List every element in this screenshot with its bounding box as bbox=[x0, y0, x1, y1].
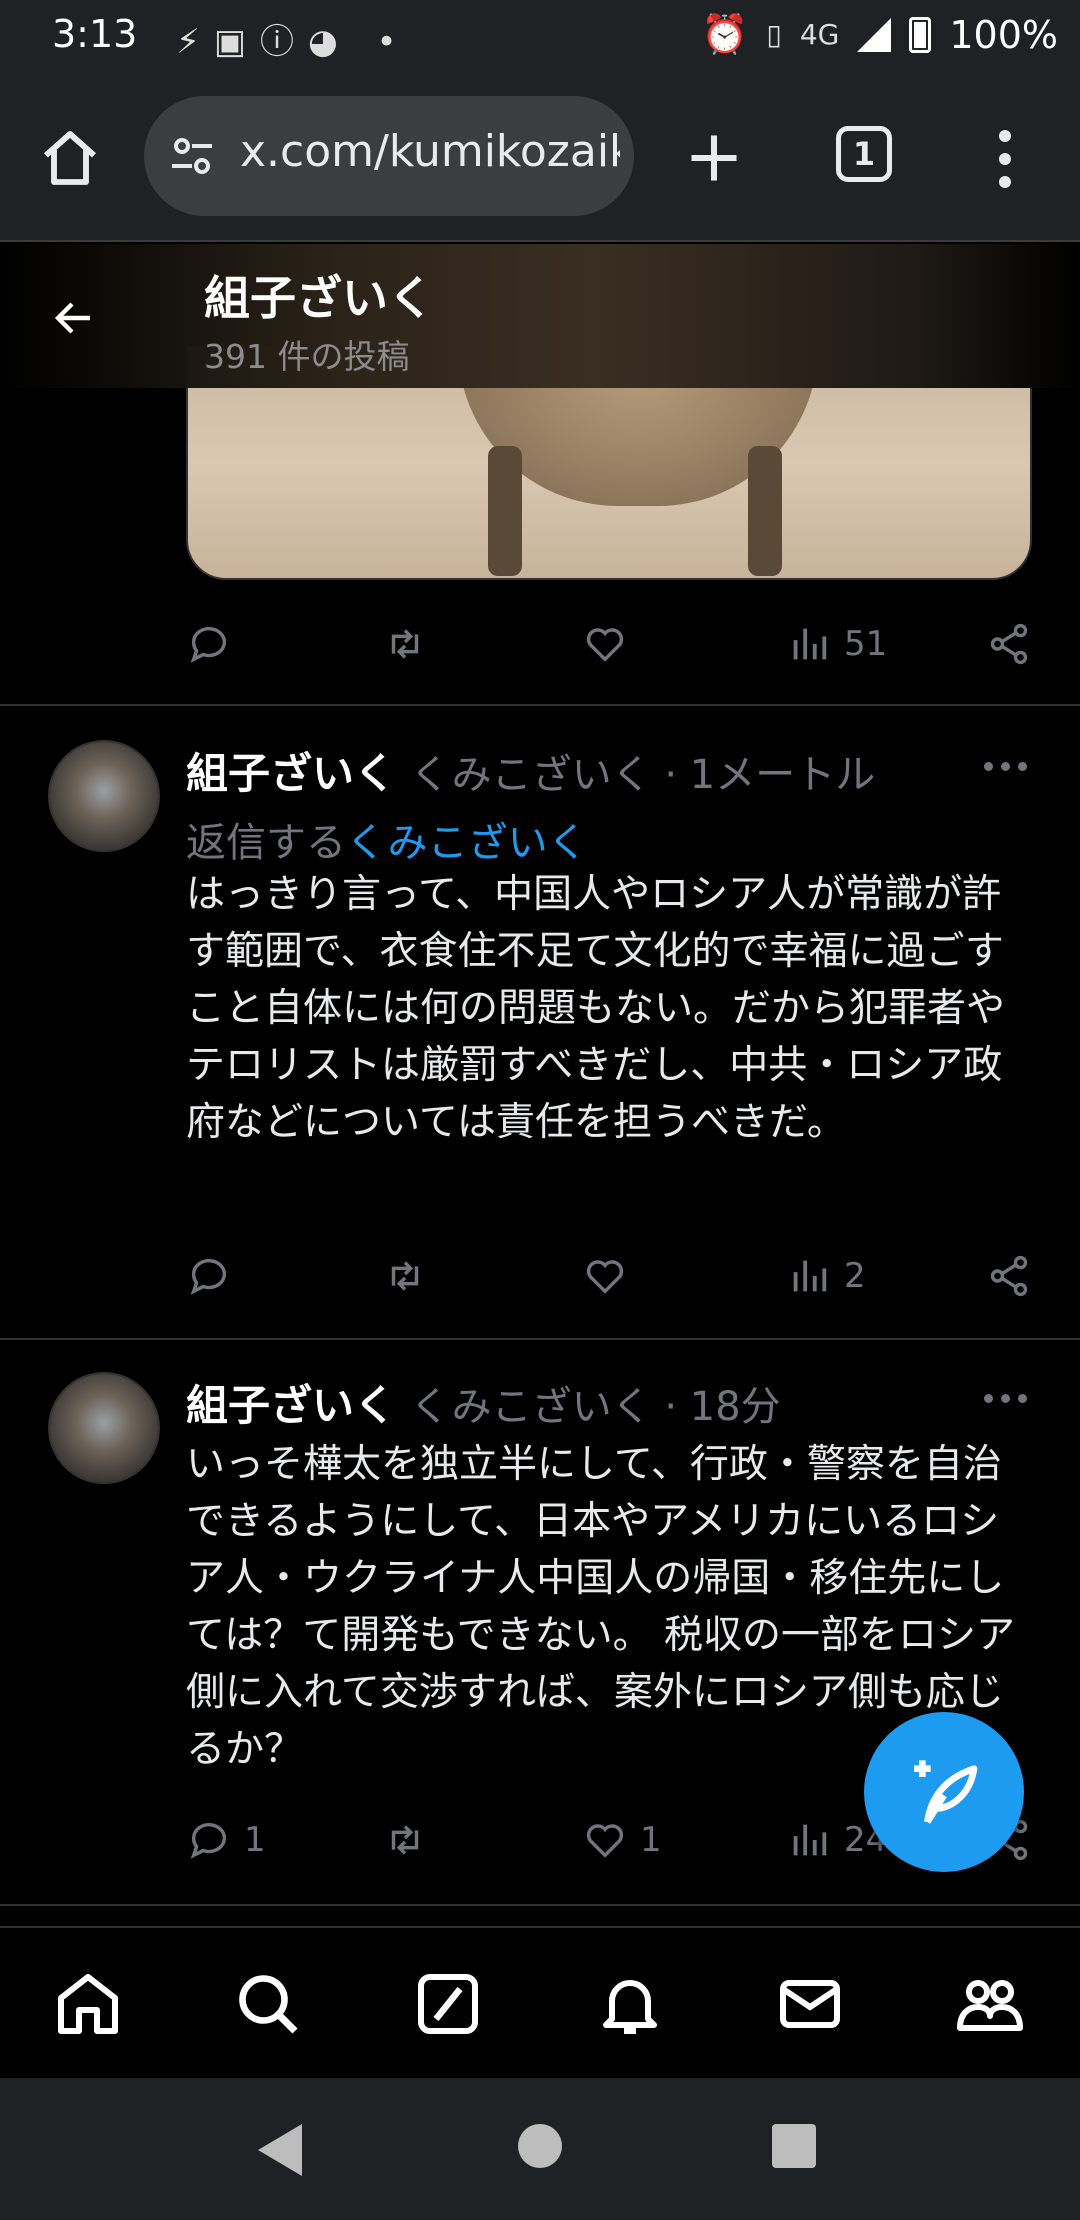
view-count: 2 bbox=[844, 1256, 866, 1296]
tab-switcher-button[interactable]: 1 bbox=[836, 126, 892, 182]
url-text[interactable]: x.com/kumikozaiku bbox=[240, 126, 620, 177]
post-actions: 51 bbox=[186, 614, 1032, 674]
view-count: 51 bbox=[844, 624, 888, 664]
avatar[interactable] bbox=[48, 740, 160, 852]
share-button[interactable] bbox=[986, 614, 1032, 674]
divider bbox=[0, 704, 1080, 706]
reply-icon bbox=[190, 627, 227, 663]
more-options-icon[interactable] bbox=[984, 762, 1027, 771]
browser-menu-icon[interactable] bbox=[990, 124, 1020, 194]
repost-icon bbox=[391, 1261, 419, 1291]
like-button[interactable] bbox=[582, 1246, 628, 1306]
communities-icon[interactable] bbox=[954, 1968, 1026, 2040]
share-icon bbox=[990, 1255, 1028, 1297]
profile-name: 組子ざいく bbox=[204, 271, 434, 325]
network-label: 4G bbox=[799, 18, 840, 51]
compose-post-button[interactable] bbox=[864, 1712, 1024, 1872]
reply-button[interactable] bbox=[186, 614, 232, 674]
signal-icon bbox=[857, 17, 892, 52]
address-bar[interactable]: x.com/kumikozaiku bbox=[144, 96, 634, 216]
reply-button[interactable]: 1 bbox=[186, 1810, 266, 1870]
views-button[interactable]: 51 bbox=[786, 614, 887, 674]
share-icon bbox=[990, 623, 1028, 665]
vibrate-icon: ▯ bbox=[766, 18, 782, 51]
repost-button[interactable] bbox=[382, 1810, 428, 1870]
site-settings-icon[interactable] bbox=[168, 132, 216, 180]
tweet-header: 組子ざいく くみこざいく · 1メートル bbox=[186, 740, 875, 800]
repost-button[interactable] bbox=[382, 1246, 428, 1306]
post-count: 391 件の投稿 bbox=[204, 337, 410, 376]
alarm-icon: ⏰ bbox=[701, 12, 749, 56]
analytics-icon bbox=[793, 628, 827, 660]
author-handle-time: くみこざいく · 18分 bbox=[410, 1384, 781, 1430]
system-home-icon[interactable] bbox=[518, 2124, 562, 2168]
repost-button[interactable] bbox=[382, 614, 428, 674]
system-back-icon[interactable] bbox=[258, 2124, 302, 2176]
like-count: 1 bbox=[640, 1820, 662, 1860]
divider bbox=[0, 1904, 1080, 1906]
status-bar: 3:13 ⚡▣ⓘ◕ • ⏰ ▯ 4G 100% bbox=[0, 0, 1080, 74]
grok-icon[interactable] bbox=[412, 1968, 484, 2040]
analytics-icon bbox=[793, 1260, 827, 1292]
reply-button[interactable] bbox=[186, 1246, 232, 1306]
heart-icon bbox=[586, 1824, 624, 1858]
heart-icon bbox=[586, 1260, 624, 1294]
timeline: 組子ざいく 391 件の投稿 51 組子ざいく くみこざいく · 1メートル 返… bbox=[0, 244, 1080, 1930]
tweet-header: 組子ざいく くみこざいく · 18分 bbox=[186, 1372, 781, 1432]
system-navigation-bar bbox=[0, 2078, 1080, 2220]
share-button[interactable] bbox=[986, 1246, 1032, 1306]
messages-mail-icon[interactable] bbox=[774, 1968, 846, 2040]
repost-icon bbox=[391, 629, 419, 659]
author-name[interactable]: 組子ざいく bbox=[186, 1372, 396, 1433]
status-time: 3:13 bbox=[52, 12, 138, 56]
reply-icon bbox=[190, 1259, 227, 1295]
profile-header: 組子ざいく 391 件の投稿 bbox=[0, 244, 1080, 388]
divider bbox=[0, 1338, 1080, 1340]
compose-feather-icon bbox=[914, 1760, 978, 1824]
like-button[interactable]: 1 bbox=[582, 1810, 662, 1870]
views-button[interactable]: 2 bbox=[786, 1246, 866, 1306]
notification-icons: ⚡▣ⓘ◕ • bbox=[176, 22, 411, 62]
battery-percent: 100% bbox=[949, 12, 1058, 57]
home-icon[interactable] bbox=[52, 1968, 124, 2040]
author-handle-time: くみこざいく · 1メートル bbox=[410, 752, 876, 798]
tweet-text: はっきり言って、中国人やロシア人が常識が許す範囲で、衣食住不足て文化的で幸福に過… bbox=[186, 872, 1006, 1145]
like-button[interactable] bbox=[582, 614, 628, 674]
browser-toolbar: x.com/kumikozaiku 1 bbox=[0, 74, 1080, 242]
repost-icon bbox=[391, 1825, 419, 1855]
heart-icon bbox=[586, 628, 624, 662]
search-icon[interactable] bbox=[232, 1968, 304, 2040]
system-recents-icon[interactable] bbox=[772, 2124, 816, 2168]
new-tab-icon[interactable] bbox=[684, 128, 744, 188]
battery-icon bbox=[909, 16, 932, 53]
author-name[interactable]: 組子ざいく bbox=[186, 740, 396, 801]
post-actions: 2 bbox=[186, 1246, 1032, 1306]
avatar[interactable] bbox=[48, 1372, 160, 1484]
reply-to-link[interactable]: くみこざいく bbox=[346, 820, 588, 866]
reply-count: 1 bbox=[244, 1820, 266, 1860]
bottom-navigation bbox=[0, 1926, 1080, 2076]
analytics-icon bbox=[793, 1824, 827, 1856]
more-options-icon[interactable] bbox=[984, 1394, 1027, 1403]
home-icon[interactable] bbox=[38, 126, 102, 190]
back-arrow-icon[interactable] bbox=[50, 294, 98, 342]
reply-context: 返信するくみこざいく bbox=[186, 810, 588, 868]
reply-icon bbox=[190, 1823, 227, 1859]
notifications-bell-icon[interactable] bbox=[594, 1968, 666, 2040]
status-right: ⏰ ▯ 4G 100% bbox=[701, 12, 1058, 57]
reply-prefix: 返信する bbox=[186, 820, 346, 866]
